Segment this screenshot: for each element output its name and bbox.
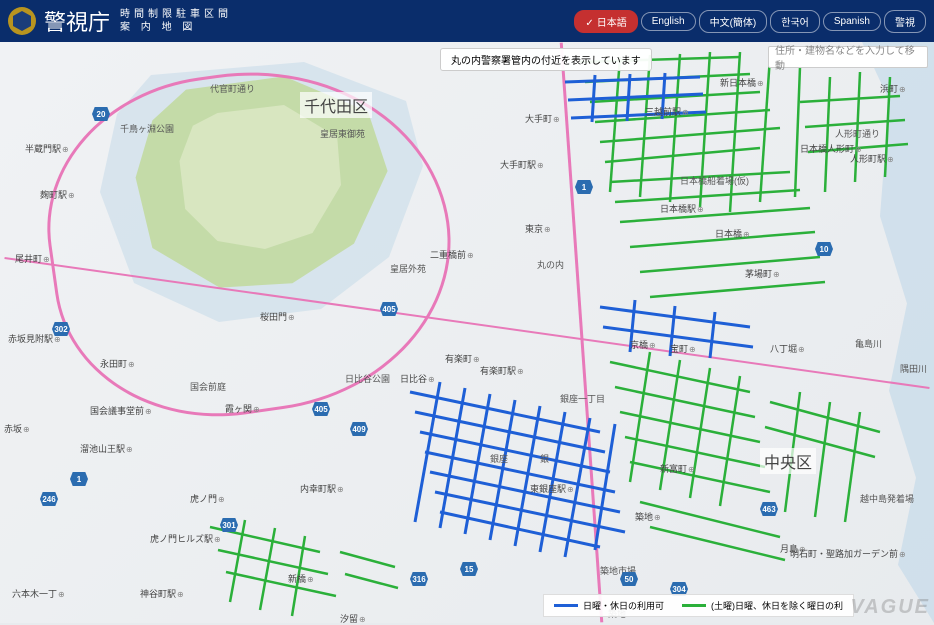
station-label: 虎ノ門 xyxy=(190,492,225,505)
route-shield: 405 xyxy=(312,402,330,416)
route-shield: 20 xyxy=(92,107,110,121)
place-label: 皇居外苑 xyxy=(390,262,426,275)
station-label: 神谷町駅 xyxy=(140,587,184,600)
station-label: 茅場町 xyxy=(745,267,780,280)
station-label: 麹町駅 xyxy=(40,188,75,201)
place-label: 皇居東御苑 xyxy=(320,127,365,140)
place-label: 銀 xyxy=(540,452,549,465)
station-label: 浜町 xyxy=(880,82,906,95)
station-label: 二重橋前 xyxy=(430,248,474,261)
language-switcher: ✓日本語English中文(簡体)한국어Spanish警視 xyxy=(574,10,926,33)
route-shield: 246 xyxy=(40,492,58,506)
place-label: 亀島川 xyxy=(855,337,882,350)
route-shield: 409 xyxy=(350,422,368,436)
place-label: 代官町通り xyxy=(210,82,255,95)
place-label: 丸の内 xyxy=(537,258,564,271)
place-label: 千鳥ヶ淵公園 xyxy=(120,122,174,135)
map-canvas[interactable]: 千代田区中央区 皇居東御苑皇居外苑 千鳥ヶ淵公園 代官町通り国会前庭 丸の内 日本橋船着… xyxy=(0,42,934,623)
station-label: 溜池山王駅 xyxy=(80,442,133,455)
legend-blue: 日曜・休日の利用可 xyxy=(554,599,664,612)
station-label: 半蔵門駅 xyxy=(25,142,69,155)
station-label: 新日本橋 xyxy=(720,76,764,89)
place-label: 越中島発着場 xyxy=(860,492,914,505)
lang-btn-1[interactable]: English xyxy=(641,12,696,31)
place-label: 銀座一丁目 xyxy=(560,392,605,405)
place-label: 国会前庭 xyxy=(190,380,226,393)
mpd-logo xyxy=(8,7,36,35)
station-label: 東京 xyxy=(525,222,551,235)
legend-green: (土曜)日曜、休日を除く曜日の利 xyxy=(682,599,843,612)
station-label: 霞ヶ関 xyxy=(225,402,260,415)
route-shield: 1 xyxy=(575,180,593,194)
route-shield: 405 xyxy=(380,302,398,316)
org-title: 警視庁 xyxy=(44,5,110,37)
station-label: 新橋 xyxy=(288,572,314,585)
station-label: 桜田門 xyxy=(260,310,295,323)
station-label: 八丁堀 xyxy=(770,342,805,355)
station-label: 三越前駅 xyxy=(645,105,689,118)
legend-blue-line xyxy=(554,604,578,607)
station-label: 永田町 xyxy=(100,357,135,370)
station-label: 大手町 xyxy=(525,112,560,125)
lang-btn-3[interactable]: 한국어 xyxy=(770,10,820,33)
station-label: 尾井町 xyxy=(15,252,50,265)
place-label: 人形町通り xyxy=(835,127,880,140)
lang-btn-2[interactable]: 中文(簡体) xyxy=(699,10,768,33)
station-label: 汐留 xyxy=(340,612,366,625)
route-shield: 10 xyxy=(815,242,833,256)
route-shield: 316 xyxy=(410,572,428,586)
blue-parking-zone-marunouchi xyxy=(560,72,710,132)
station-label: 日本橋 xyxy=(715,227,750,240)
station-label: 内幸町駅 xyxy=(300,482,344,495)
lang-btn-4[interactable]: Spanish xyxy=(823,12,881,31)
place-label: 隅田川 xyxy=(900,362,927,375)
legend-green-line xyxy=(682,604,706,607)
station-label: 有楽町駅 xyxy=(480,364,524,377)
header-bar: 警視庁 時間制限駐車区間 案 内 地 図 ✓日本語English中文(簡体)한국… xyxy=(0,0,934,42)
green-parking-zone-chuo xyxy=(600,342,900,582)
route-shield: 15 xyxy=(460,562,478,576)
place-label: 日本橋船着場(仮) xyxy=(680,174,749,187)
map-legend: 日曜・休日の利用可 (土曜)日曜、休日を除く曜日の利 xyxy=(543,594,854,617)
lang-btn-0[interactable]: ✓日本語 xyxy=(574,10,637,33)
place-label: 日比谷公園 xyxy=(345,372,390,385)
station-label: 虎ノ門ヒルズ駅 xyxy=(150,532,221,545)
station-label: 京橋 xyxy=(630,338,656,351)
station-label: 東銀座駅 xyxy=(530,482,574,495)
station-label: 新富町 xyxy=(660,462,695,475)
station-label: 日本橋駅 xyxy=(660,202,704,215)
station-label: 赤坂 xyxy=(4,422,30,435)
station-label: 赤坂見附駅 xyxy=(8,332,61,345)
station-label: 大手町駅 xyxy=(500,158,544,171)
station-label: 有楽町 xyxy=(445,352,480,365)
station-label: 六本木一丁 xyxy=(12,587,65,600)
lang-btn-5[interactable]: 警視 xyxy=(884,10,926,33)
search-input[interactable]: 住所・建物名などを入力して移動 xyxy=(768,46,928,68)
station-label: 築地 xyxy=(635,510,661,523)
area-notice: 丸の内警察署管内の付近を表示しています xyxy=(440,48,652,71)
district-label: 中央区 xyxy=(760,448,816,474)
district-label: 千代田区 xyxy=(300,92,372,118)
station-label: 日比谷 xyxy=(400,372,435,385)
watermark: VAGUE xyxy=(850,596,930,619)
route-shield: 1 xyxy=(70,472,88,486)
station-label: 明石町・聖路加ガーデン前 xyxy=(790,547,906,560)
place-label: 銀座 xyxy=(490,452,508,465)
route-shield: 463 xyxy=(760,502,778,516)
route-shield: 302 xyxy=(52,322,70,336)
app-subtitle: 時間制限駐車区間 案 内 地 図 xyxy=(120,8,232,34)
route-shield: 301 xyxy=(220,518,238,532)
station-label: 日本橋人形町 xyxy=(800,142,862,155)
station-label: 宝町 xyxy=(670,342,696,355)
station-label: 国会議事堂前 xyxy=(90,404,152,417)
route-shield: 50 xyxy=(620,572,638,586)
search-placeholder: 住所・建物名などを入力して移動 xyxy=(775,42,921,72)
